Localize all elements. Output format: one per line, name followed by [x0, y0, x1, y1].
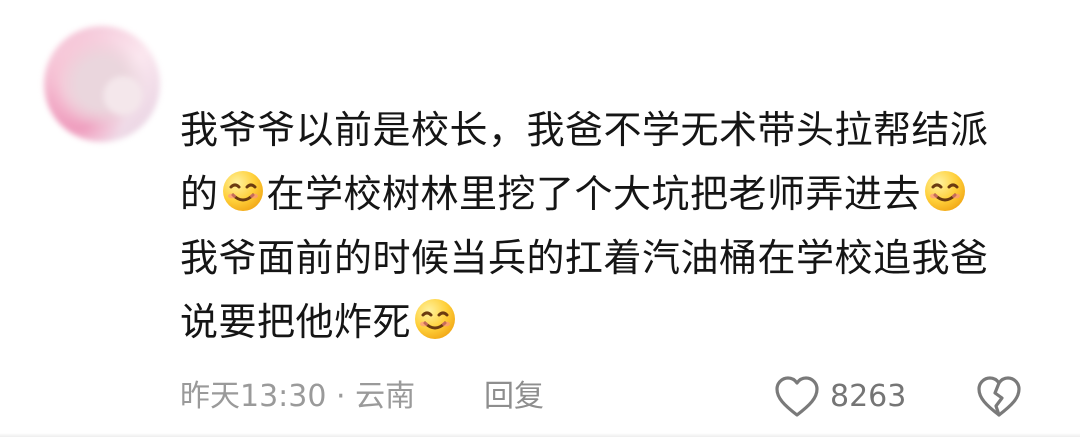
comment-text: 我爷爷以前是校长，我爸不学无术带头拉帮结派 的 在学校树林里挖了个大坑把老师弄进… — [180, 98, 1040, 354]
like-count: 8263 — [830, 379, 907, 414]
comment-line-2: 的 在学校树林里挖了个大坑把老师弄进去 — [180, 162, 1040, 226]
comment-line-3: 我爷面前的时候当兵的扛着汽油桶在学校追我爸 — [180, 226, 1040, 290]
smiling-face-emoji — [413, 297, 457, 341]
comment-line-1: 我爷爷以前是校长，我爸不学无术带头拉帮结派 — [180, 98, 1040, 162]
comment-time-location: 昨天13:30 · 云南 — [180, 379, 416, 414]
broken-heart-icon[interactable] — [976, 375, 1022, 419]
comment-text-segment: 在学校树林里挖了个大坑把老师弄进去 — [266, 172, 922, 216]
comment-text-segment: 我爷爷以前是校长，我爸不学无术带头拉帮结派 — [180, 108, 989, 152]
divider — [0, 433, 1080, 437]
comment-text-segment: 的 — [180, 172, 219, 216]
smiling-face-emoji — [923, 169, 967, 213]
reply-button[interactable]: 回复 — [484, 372, 544, 422]
comment-text-segment: 我爷面前的时候当兵的扛着汽油桶在学校追我爸 — [180, 236, 989, 280]
heart-outline-icon[interactable] — [774, 375, 820, 419]
comment-line-4: 说要把他炸死 — [180, 290, 1040, 354]
comment-text-segment: 说要把他炸死 — [180, 300, 412, 344]
comment-item: 我爷爷以前是校长，我爸不学无术带头拉帮结派 的 在学校树林里挖了个大坑把老师弄进… — [0, 0, 1080, 437]
user-avatar[interactable] — [44, 26, 160, 142]
smiling-face-emoji — [221, 169, 265, 213]
